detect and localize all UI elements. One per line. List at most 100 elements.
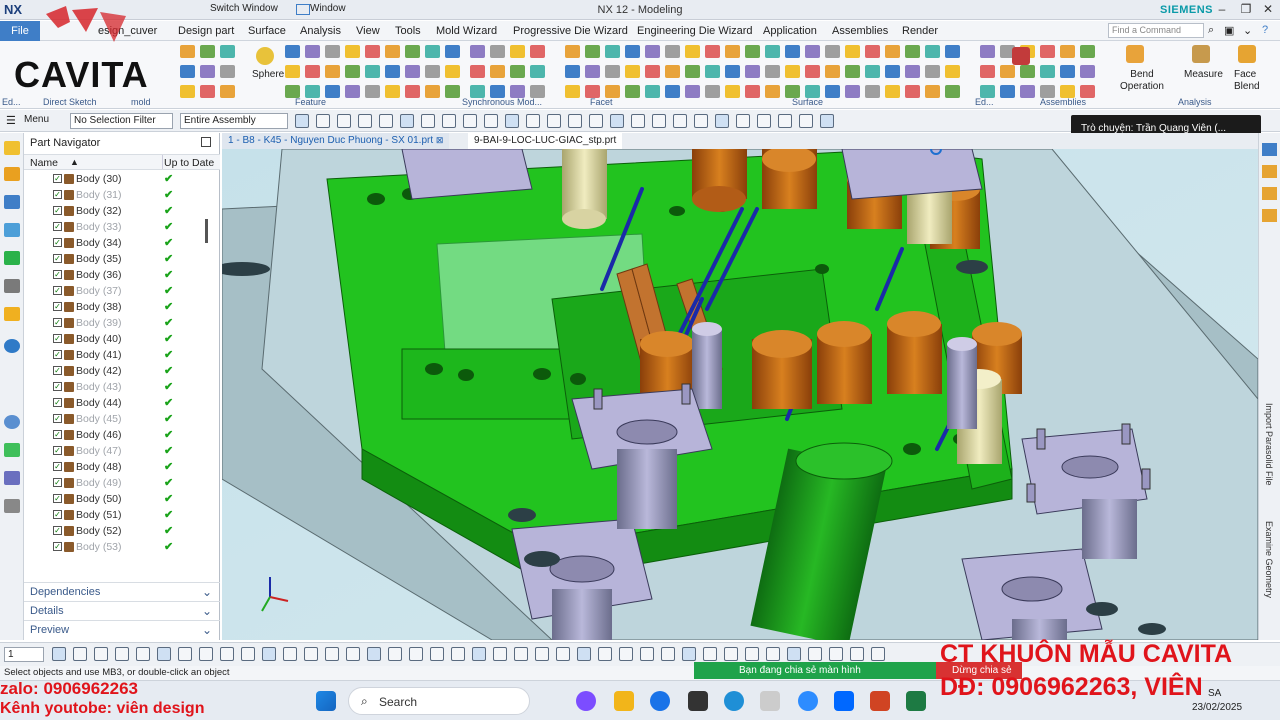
process-studio-icon[interactable] [4,339,20,353]
menu-mold-wizard[interactable]: Mold Wizard [436,25,497,37]
tree-row[interactable]: ✓ Body (51) ✔ [24,507,202,523]
ribbon-tool-icon[interactable] [665,85,680,98]
visibility-checkbox[interactable]: ✓ [53,190,62,199]
ribbon-tool-icon[interactable] [1060,45,1075,58]
roles-icon[interactable] [4,443,20,457]
ribbon-tool-icon[interactable] [345,45,360,58]
sphere-button-label[interactable]: Sphere [252,69,284,80]
ribbon-tool-icon[interactable] [445,85,460,98]
ribbon-tool-icon[interactable] [945,45,960,58]
sketch-tool-icon[interactable] [199,647,213,661]
snap-tool-icon[interactable] [295,114,309,128]
ribbon-tool-icon[interactable] [585,45,600,58]
menu-design-part[interactable]: Design part [178,25,234,37]
tree-row[interactable]: ✓ Body (43) ✔ [24,379,202,395]
face-blend-button[interactable]: Face Blend [1234,69,1260,93]
tool-icon[interactable] [1262,187,1277,200]
ribbon-tool-icon[interactable] [405,85,420,98]
snap-tool-icon[interactable] [820,114,834,128]
ribbon-tool-icon[interactable] [325,45,340,58]
ribbon-tool-icon[interactable] [705,85,720,98]
snap-tool-icon[interactable] [652,114,666,128]
sketch-tool-icon[interactable] [430,647,444,661]
menu-button[interactable]: Menu [24,114,49,125]
bend-operation-button[interactable]: Bend Operation [1120,69,1164,93]
ribbon-tool-icon[interactable] [445,65,460,78]
visibility-checkbox[interactable]: ✓ [53,206,62,215]
ribbon-tool-icon[interactable] [885,65,900,78]
ribbon-tool-icon[interactable] [805,65,820,78]
ribbon-tool-icon[interactable] [905,65,920,78]
ribbon-tool-icon[interactable] [645,45,660,58]
tree-row[interactable]: ✓ Body (53) ✔ [24,539,202,555]
visibility-checkbox[interactable]: ✓ [53,478,62,487]
clock-time[interactable]: SA [1208,688,1221,699]
history-icon[interactable] [4,307,20,321]
visibility-checkbox[interactable]: ✓ [53,526,62,535]
settings-icon[interactable] [4,499,20,513]
ribbon-tool-icon[interactable] [405,45,420,58]
ribbon-tool-icon[interactable] [645,65,660,78]
tree-row[interactable]: ✓ Body (31) ✔ [24,187,202,203]
taskbar-search[interactable]: ⌕ Search [348,687,530,715]
snap-tool-icon[interactable] [484,114,498,128]
ribbon-tool-icon[interactable] [565,45,580,58]
chrome-icon[interactable] [650,691,670,711]
visibility-checkbox[interactable]: ✓ [53,462,62,471]
ribbon-tool-icon[interactable] [305,45,320,58]
ribbon-tool-icon[interactable] [365,85,380,98]
import-parasolid-file-label[interactable]: Import Parasolid File [1264,403,1274,486]
dependencies-section[interactable]: Dependencies ⌄ [24,582,220,601]
sketch-tool-icon[interactable] [52,647,66,661]
menu-analysis[interactable]: Analysis [300,25,341,37]
tree-row[interactable]: ✓ Body (37) ✔ [24,283,202,299]
sketch-tool-icon[interactable] [262,647,276,661]
ribbon-tool-icon[interactable] [1020,85,1035,98]
ribbon-tool-icon[interactable] [980,65,995,78]
hd3d-tools-icon[interactable] [4,251,20,265]
menu-render[interactable]: Render [902,25,938,37]
tree-row[interactable]: ✓ Body (41) ✔ [24,347,202,363]
sketch-tool-icon[interactable] [556,647,570,661]
copilot-icon[interactable] [576,691,596,711]
part-navigator-icon[interactable] [4,195,20,209]
excel-icon[interactable] [906,691,926,711]
ribbon-tool-icon[interactable] [565,85,580,98]
sketch-tool-icon[interactable] [241,647,255,661]
ribbon-tool-icon[interactable] [220,65,235,78]
ribbon-tool-icon[interactable] [365,65,380,78]
edge-icon[interactable] [724,691,744,711]
snap-tool-icon[interactable] [316,114,330,128]
close-icon[interactable]: ⊠ [436,135,444,145]
sketch-tool-icon[interactable] [346,647,360,661]
ribbon-command-icon[interactable] [256,47,274,65]
tree-row[interactable]: ✓ Body (46) ✔ [24,427,202,443]
sketch-tool-icon[interactable] [115,647,129,661]
ribbon-tool-icon[interactable] [345,65,360,78]
ribbon-tool-icon[interactable] [510,65,525,78]
ribbon-tool-icon[interactable] [945,85,960,98]
ribbon-tool-icon[interactable] [885,85,900,98]
close-button[interactable]: ✕ [1258,2,1278,18]
ribbon-tool-icon[interactable] [825,65,840,78]
start-icon[interactable] [316,691,336,711]
tool-icon[interactable] [1262,209,1277,222]
tree-row[interactable]: ✓ Body (39) ✔ [24,315,202,331]
menu-assemblies[interactable]: Assemblies [832,25,888,37]
sketch-tool-icon[interactable] [514,647,528,661]
sketch-tool-icon[interactable] [220,647,234,661]
visibility-checkbox[interactable]: ✓ [53,430,62,439]
ribbon-tool-icon[interactable] [905,45,920,58]
ribbon-tool-icon[interactable] [445,45,460,58]
powerpoint-icon[interactable] [870,691,890,711]
ribbon-tool-icon[interactable] [470,45,485,58]
chevron-down-icon[interactable]: ⌄ [202,585,212,599]
ribbon-tool-icon[interactable] [285,45,300,58]
ribbon-tool-icon[interactable] [200,85,215,98]
sketch-tool-icon[interactable] [367,647,381,661]
ribbon-tool-icon[interactable] [490,45,505,58]
ribbon-tool-icon[interactable] [1000,65,1015,78]
ribbon-tool-icon[interactable] [625,85,640,98]
visibility-checkbox[interactable]: ✓ [53,510,62,519]
visibility-checkbox[interactable]: ✓ [53,350,62,359]
